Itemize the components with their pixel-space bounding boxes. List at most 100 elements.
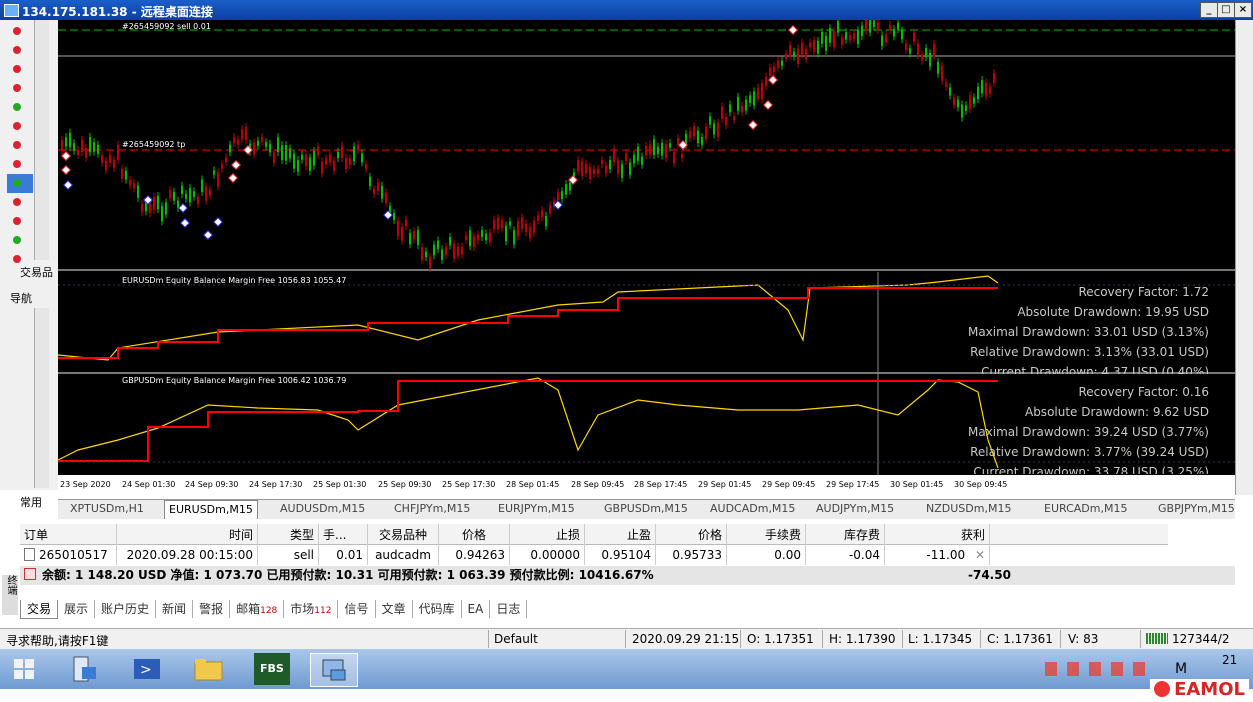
candle-body	[317, 146, 319, 156]
col-sl[interactable]: 止损	[509, 524, 585, 545]
market-watch-item[interactable]	[7, 98, 33, 117]
terminal-tab[interactable]: 日志	[490, 600, 528, 618]
type-cell: sell	[257, 544, 319, 565]
svg-text:>: >	[140, 662, 152, 678]
lots-cell: 0.01	[318, 544, 368, 565]
market-watch-item[interactable]	[7, 60, 33, 79]
col-symbol[interactable]: 交易品种	[367, 524, 439, 545]
close-order-icon[interactable]: ✕	[975, 548, 985, 562]
terminal-vertical-tab[interactable]: 终端	[2, 575, 18, 615]
candle-body	[341, 145, 343, 159]
terminal-tab[interactable]: EA	[462, 600, 491, 618]
terminal-tab[interactable]: 文章	[376, 600, 413, 618]
candle-body	[665, 144, 667, 159]
tp-cell: 0.95104	[584, 544, 656, 565]
candle-body	[965, 105, 967, 111]
candle-body	[517, 221, 519, 237]
table-row[interactable]: 265010517 2020.09.28 00:15:00 sell 0.01 …	[20, 544, 1168, 565]
chart-tab[interactable]: XPTUSDm,H1	[70, 502, 144, 517]
col-time[interactable]: 时间	[116, 524, 258, 545]
open-price-cell: 0.94263	[438, 544, 510, 565]
chart-tab[interactable]: EURJPYm,M15	[498, 502, 575, 517]
terminal-tab[interactable]: 警报	[193, 600, 231, 618]
terminal-tab[interactable]: 市场112	[284, 600, 339, 618]
minimize-button[interactable]: _	[1200, 2, 1218, 18]
terminal-tab[interactable]: 展示	[58, 600, 96, 618]
col-commission[interactable]: 手续费	[726, 524, 806, 545]
terminal-tab[interactable]: 代码库	[413, 600, 462, 618]
candle-body	[813, 40, 815, 52]
terminal-tab[interactable]: 交易	[20, 600, 59, 619]
remote-app-icon[interactable]	[310, 653, 358, 687]
powershell-icon[interactable]: >	[130, 653, 166, 685]
candle-body	[925, 48, 927, 58]
market-watch-item[interactable]	[7, 136, 33, 155]
market-watch-item[interactable]	[7, 174, 33, 193]
candle-body	[909, 48, 911, 54]
chart-tab[interactable]: AUDCADm,M15	[710, 502, 795, 517]
chart-right-scrollbar[interactable]	[1235, 20, 1253, 495]
terminal-tab[interactable]: 新闻	[156, 600, 194, 618]
market-watch-item[interactable]	[7, 41, 33, 60]
candle-body	[529, 227, 531, 239]
market-watch-item[interactable]	[7, 79, 33, 98]
fbs-app-icon[interactable]: FBS	[254, 653, 290, 685]
close-button[interactable]: ×	[1234, 2, 1252, 18]
col-tp[interactable]: 止盈	[584, 524, 656, 545]
chart-tab[interactable]: GBPUSDm,M15	[604, 502, 688, 517]
windows-start-icon[interactable]	[8, 653, 44, 685]
col-type[interactable]: 类型	[257, 524, 319, 545]
candle-body	[793, 51, 795, 57]
col-profit[interactable]: 获利	[884, 524, 990, 545]
down-arrow-icon	[13, 65, 21, 73]
candle-body	[825, 35, 827, 51]
tray-icons[interactable]	[1045, 662, 1155, 676]
common-tab[interactable]: 常用	[20, 494, 42, 510]
stat-line: Absolute Drawdown: 19.95 USD	[1017, 305, 1209, 319]
server-manager-icon[interactable]	[68, 653, 104, 685]
terminal-tab[interactable]: 信号	[338, 600, 376, 618]
candle-body	[97, 144, 99, 154]
terminal-tab[interactable]: 账户历史	[95, 600, 157, 618]
chart-area[interactable]: #265459092 sell 0.01 #265459092 tp EURUS…	[58, 20, 1235, 495]
candle-body	[873, 20, 875, 27]
col-swap[interactable]: 库存费	[805, 524, 885, 545]
maximize-button[interactable]: □	[1217, 2, 1235, 18]
candle-body	[713, 123, 715, 135]
candle-body	[869, 20, 871, 33]
chart-tab[interactable]: EURUSDm,M15	[164, 500, 258, 519]
candle-body	[761, 83, 763, 100]
chart-tab[interactable]: NZDUSDm,M15	[926, 502, 1011, 517]
chart-tab[interactable]: AUDJPYm,M15	[816, 502, 894, 517]
market-watch-item[interactable]	[7, 231, 33, 250]
tray-language-indicator[interactable]: M	[1175, 661, 1187, 677]
candle-body	[201, 179, 203, 193]
navigator-scrollbar[interactable]	[34, 308, 49, 488]
col-price[interactable]: 价格	[655, 524, 727, 545]
col-open-price[interactable]: 价格	[438, 524, 510, 545]
col-lots[interactable]: 手...	[318, 524, 368, 545]
market-watch-item[interactable]	[7, 212, 33, 231]
chart-tab[interactable]: CHFJPYm,M15	[394, 502, 470, 517]
trade-marker	[553, 200, 563, 210]
col-order[interactable]: 订单	[20, 524, 117, 545]
market-watch-item[interactable]	[7, 193, 33, 212]
candle-body	[537, 215, 539, 221]
market-watch-item[interactable]	[7, 155, 33, 174]
market-watch-item[interactable]	[7, 22, 33, 41]
candle-body	[357, 144, 359, 151]
candle-body	[709, 116, 711, 125]
file-explorer-icon[interactable]	[192, 653, 228, 685]
candle-body	[221, 164, 223, 169]
chart-tab[interactable]: EURCADm,M15	[1044, 502, 1127, 517]
market-watch-tab[interactable]: 交易品	[20, 264, 53, 280]
candle-body	[141, 204, 143, 213]
market-watch-item[interactable]	[7, 117, 33, 136]
candle-body	[373, 188, 375, 195]
terminal-tab[interactable]: 邮箱128	[230, 600, 285, 618]
candle-body	[297, 160, 299, 172]
chart-tab[interactable]: AUDUSDm,M15	[280, 502, 365, 517]
trade-marker	[788, 25, 798, 35]
chart-tab[interactable]: GBPJPYm,M15	[1158, 502, 1235, 517]
market-watch-scrollbar[interactable]	[34, 20, 49, 260]
